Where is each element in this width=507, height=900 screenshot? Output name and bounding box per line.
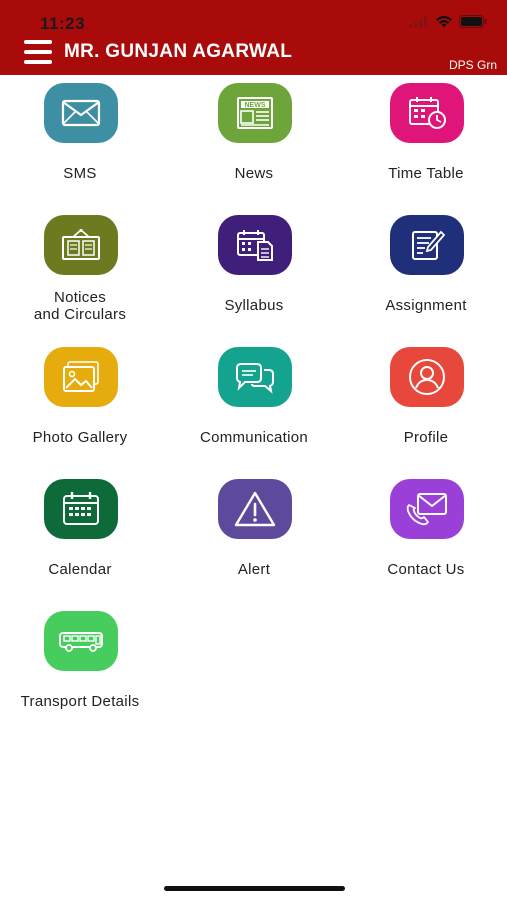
battery-icon <box>459 15 487 28</box>
tile-photo-gallery[interactable]: Photo Gallery <box>0 339 164 465</box>
app-header: 11:23 MR. GUNJAN AGARWAL DPS Grn <box>0 0 507 75</box>
tile-label-contact-us: Contact Us <box>387 561 465 578</box>
photo-gallery-icon <box>44 347 118 407</box>
pen-document-icon <box>390 215 464 275</box>
tile-label-time-table: Time Table <box>388 165 464 182</box>
tile-news[interactable]: NEWS News <box>170 75 338 201</box>
tile-notices-circulars[interactable]: Notices and Circulars <box>0 207 164 333</box>
page-title: MR. GUNJAN AGARWAL <box>64 41 293 62</box>
tile-transport-details[interactable]: Transport Details <box>0 603 164 729</box>
tile-profile[interactable]: Profile <box>342 339 507 465</box>
tile-label-notices-line1: Notices <box>53 289 107 306</box>
tile-label-assignment: Assignment <box>385 297 467 314</box>
tile-label-notices: Notices and Circulars <box>0 289 164 323</box>
syllabus-calendar-document-icon <box>218 215 292 275</box>
tile-alert[interactable]: Alert <box>170 471 338 597</box>
school-branch-label: DPS Grn <box>448 58 497 72</box>
tile-contact-us[interactable]: Contact Us <box>342 471 507 597</box>
status-icons <box>409 15 487 28</box>
tile-sms[interactable]: SMS <box>0 75 164 201</box>
tile-calendar[interactable]: Calendar <box>0 471 164 597</box>
tile-assignment[interactable]: Assignment <box>342 207 507 333</box>
tile-label-sms: SMS <box>63 165 97 182</box>
tile-label-syllabus: Syllabus <box>224 297 284 314</box>
signal-icon <box>409 15 428 28</box>
tile-label-alert: Alert <box>237 561 271 578</box>
wifi-icon <box>436 16 452 28</box>
tile-label-news: News <box>234 165 274 182</box>
envelope-phone-icon <box>390 479 464 539</box>
calendar-icon <box>44 479 118 539</box>
home-indicator[interactable] <box>164 886 345 891</box>
notice-board-icon <box>44 215 118 275</box>
svg-text:NEWS: NEWS <box>245 102 266 109</box>
tile-label-photo-gallery: Photo Gallery <box>32 429 128 446</box>
bus-icon <box>44 611 118 671</box>
tile-label-notices-line2: and Circulars <box>33 306 127 323</box>
tile-time-table[interactable]: Time Table <box>342 75 507 201</box>
hamburger-menu-icon[interactable] <box>24 40 52 64</box>
tile-communication[interactable]: Communication <box>170 339 338 465</box>
tile-label-communication: Communication <box>199 429 309 446</box>
tile-label-profile: Profile <box>403 429 449 446</box>
warning-triangle-icon <box>218 479 292 539</box>
newspaper-icon: NEWS <box>218 83 292 143</box>
tile-syllabus[interactable]: Syllabus <box>170 207 338 333</box>
tile-label-calendar: Calendar <box>48 561 112 578</box>
status-time: 11:23 <box>40 14 86 33</box>
tile-label-transport-details: Transport Details <box>20 693 140 710</box>
timetable-calendar-clock-icon <box>390 83 464 143</box>
envelope-icon <box>44 83 118 143</box>
user-profile-icon <box>390 347 464 407</box>
chat-bubbles-icon <box>218 347 292 407</box>
